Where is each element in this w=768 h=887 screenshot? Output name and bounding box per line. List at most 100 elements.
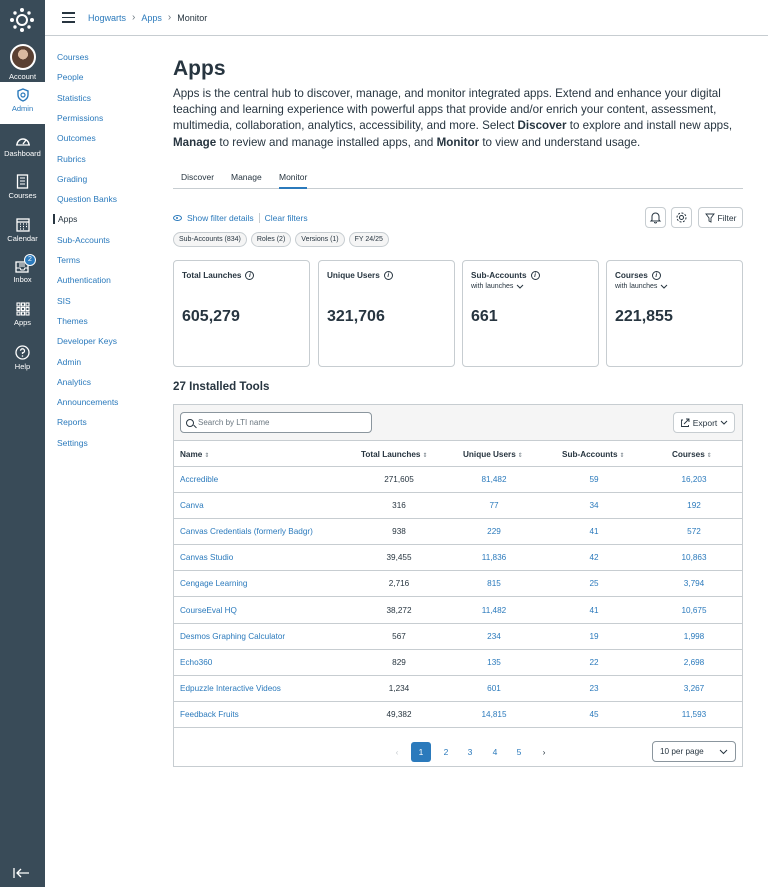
account-nav-item-question-banks[interactable]: Question Banks	[57, 194, 117, 204]
courses-link[interactable]: 2,698	[654, 658, 734, 667]
tool-name-link[interactable]: CourseEval HQ	[180, 606, 237, 615]
info-icon[interactable]: i	[530, 271, 540, 280]
sub-accounts-link[interactable]: 34	[554, 501, 634, 510]
unique-users-link[interactable]: 234	[454, 632, 534, 641]
account-nav-item-rubrics[interactable]: Rubrics	[57, 154, 86, 164]
unique-users-link[interactable]: 135	[454, 658, 534, 667]
tool-name-link[interactable]: Accredible	[180, 475, 218, 484]
column-header-courses[interactable]: Courses ⇕	[672, 450, 712, 459]
breadcrumb-link[interactable]: Hogwarts	[88, 13, 126, 23]
tab-monitor[interactable]: Monitor	[279, 172, 308, 189]
per-page-select[interactable]: 10 per page	[652, 741, 736, 762]
tool-name-link[interactable]: Cengage Learning	[180, 579, 247, 588]
tool-name-link[interactable]: Feedback Fruits	[180, 710, 239, 719]
tab-discover[interactable]: Discover	[181, 172, 214, 182]
sub-accounts-link[interactable]: 22	[554, 658, 634, 667]
tab-manage[interactable]: Manage	[231, 172, 262, 182]
settings-button[interactable]	[671, 207, 692, 228]
tool-name-link[interactable]: Canva	[180, 501, 204, 510]
account-nav-item-sis[interactable]: SIS	[57, 296, 71, 306]
page-button[interactable]: 3	[460, 742, 480, 762]
account-nav-item-themes[interactable]: Themes	[57, 316, 88, 326]
page-button[interactable]: 2	[436, 742, 456, 762]
global-nav-help[interactable]: Help	[0, 345, 45, 371]
account-nav-item-terms[interactable]: Terms	[57, 255, 80, 265]
account-nav-item-admin[interactable]: Admin	[57, 357, 81, 367]
account-nav-item-courses[interactable]: Courses	[57, 52, 89, 62]
column-header-total-launches[interactable]: Total Launches ⇕	[361, 450, 427, 459]
sub-accounts-link[interactable]: 42	[554, 553, 634, 562]
prev-page-icon[interactable]: ‹	[387, 742, 407, 762]
global-nav-admin[interactable]: Admin	[0, 82, 45, 124]
sub-accounts-link[interactable]: 41	[554, 527, 634, 536]
unique-users-link[interactable]: 77	[454, 501, 534, 510]
sub-accounts-link[interactable]: 23	[554, 684, 634, 693]
account-nav-item-announcements[interactable]: Announcements	[57, 397, 118, 407]
account-nav-item-sub-accounts[interactable]: Sub-Accounts	[57, 235, 110, 245]
courses-link[interactable]: 10,863	[654, 553, 734, 562]
global-nav-dashboard[interactable]: Dashboard	[0, 134, 45, 158]
hamburger-menu-icon[interactable]	[62, 12, 75, 23]
unique-users-link[interactable]: 14,815	[454, 710, 534, 719]
metric-subtitle-dropdown[interactable]: with launches	[471, 283, 524, 290]
account-nav-item-analytics[interactable]: Analytics	[57, 377, 91, 387]
metric-subtitle-dropdown[interactable]: with launches	[615, 283, 668, 290]
tool-name-link[interactable]: Echo360	[180, 658, 212, 667]
courses-link[interactable]: 192	[654, 501, 734, 510]
filter-chip[interactable]: FY 24/25	[348, 232, 389, 247]
page-button[interactable]: 5	[509, 742, 529, 762]
courses-link[interactable]: 1,998	[654, 632, 734, 641]
page-button[interactable]: 1	[411, 742, 431, 762]
global-nav-calendar[interactable]: Calendar	[0, 217, 45, 243]
export-button[interactable]: Export	[673, 412, 735, 433]
sub-accounts-link[interactable]: 41	[554, 606, 634, 615]
notifications-button[interactable]	[645, 207, 666, 228]
global-nav-courses[interactable]: Courses	[0, 174, 45, 200]
sub-accounts-link[interactable]: 19	[554, 632, 634, 641]
courses-link[interactable]: 572	[654, 527, 734, 536]
account-nav-item-developer-keys[interactable]: Developer Keys	[57, 336, 117, 346]
courses-link[interactable]: 16,203	[654, 475, 734, 484]
next-page-icon[interactable]: ›	[534, 742, 554, 762]
column-header-name[interactable]: Name ⇕	[180, 450, 209, 459]
account-nav-item-authentication[interactable]: Authentication	[57, 275, 111, 285]
tool-name-link[interactable]: Edpuzzle Interactive Videos	[180, 684, 281, 693]
tool-name-link[interactable]: Canvas Credentials (formerly Badgr)	[180, 527, 313, 536]
canvas-logo-icon[interactable]	[9, 7, 35, 33]
account-nav-item-outcomes[interactable]: Outcomes	[57, 133, 96, 143]
info-icon[interactable]: i	[383, 271, 393, 280]
unique-users-link[interactable]: 229	[454, 527, 534, 536]
breadcrumb-link[interactable]: Apps	[141, 13, 162, 23]
search-input[interactable]: Search by LTI name	[180, 412, 372, 433]
account-nav-item-apps[interactable]: Apps	[53, 214, 77, 225]
courses-link[interactable]: 11,593	[654, 710, 734, 719]
page-button[interactable]: 4	[485, 742, 505, 762]
show-filter-details-link[interactable]: Show filter details	[187, 213, 254, 223]
account-nav-item-statistics[interactable]: Statistics	[57, 93, 91, 103]
unique-users-link[interactable]: 11,482	[454, 606, 534, 615]
sub-accounts-link[interactable]: 45	[554, 710, 634, 719]
account-nav-item-reports[interactable]: Reports	[57, 417, 87, 427]
info-icon[interactable]: i	[651, 271, 661, 280]
info-icon[interactable]: i	[245, 271, 255, 280]
tool-name-link[interactable]: Desmos Graphing Calculator	[180, 632, 285, 641]
courses-link[interactable]: 10,675	[654, 606, 734, 615]
unique-users-link[interactable]: 815	[454, 579, 534, 588]
account-nav-item-settings[interactable]: Settings	[57, 438, 88, 448]
sub-accounts-link[interactable]: 25	[554, 579, 634, 588]
account-nav-item-people[interactable]: People	[57, 72, 83, 82]
filter-chip[interactable]: Sub-Accounts (834)	[173, 232, 247, 247]
unique-users-link[interactable]: 11,836	[454, 553, 534, 562]
column-header-sub-accounts[interactable]: Sub-Accounts ⇕	[562, 450, 625, 459]
filter-chip[interactable]: Roles (2)	[250, 232, 292, 247]
sub-accounts-link[interactable]: 59	[554, 475, 634, 484]
column-header-unique-users[interactable]: Unique Users ⇕	[463, 450, 523, 459]
account-nav-item-grading[interactable]: Grading	[57, 174, 87, 184]
unique-users-link[interactable]: 81,482	[454, 475, 534, 484]
clear-filters-link[interactable]: Clear filters	[265, 213, 308, 223]
collapse-nav-icon[interactable]	[13, 867, 31, 879]
filter-button[interactable]: Filter	[698, 207, 743, 228]
global-nav-apps[interactable]: Apps	[0, 302, 45, 327]
tool-name-link[interactable]: Canvas Studio	[180, 553, 233, 562]
global-nav-inbox[interactable]: 2 Inbox	[0, 254, 45, 284]
